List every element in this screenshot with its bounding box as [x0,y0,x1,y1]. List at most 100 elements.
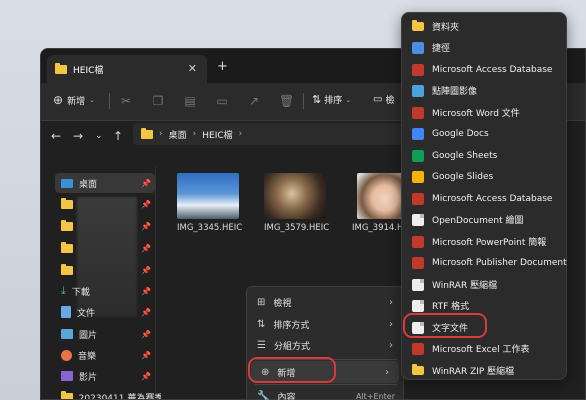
pin-icon[interactable]: 📌 [141,222,151,231]
delete-icon[interactable]: 🗑 [279,94,294,108]
file-name[interactable]: IMG_3345.HEIC [177,223,242,233]
sort-button[interactable]: ⇅ 排序 ⌄ [312,93,351,106]
share-icon[interactable]: ↗ [247,94,261,108]
cut-icon[interactable]: ✂ [119,94,133,108]
sort-icon: ⇅ [312,93,322,106]
tab-heic[interactable]: HEIC檔 ✕ [47,55,207,83]
grid-icon: ⊞ [257,296,266,308]
submenu-item-winrar-zip[interactable]: WinRAR ZIP 壓縮檔 [408,361,562,380]
chevron-down-icon: ⌄ [345,95,352,104]
submenu-item-bitmap[interactable]: 點陣圖影像 [408,81,562,100]
submenu-label: 點陣圖影像 [432,87,478,97]
pin-icon[interactable]: 📌 [141,351,151,360]
chevron-right-icon: › [389,318,393,330]
forward-icon[interactable]: → [73,129,83,143]
ctx-label: 檢視 [273,298,292,309]
submenu-item-word[interactable]: Microsoft Word 文件 [408,103,562,122]
ctx-view[interactable]: ⊞ 檢視 › [247,291,403,313]
ctx-properties[interactable]: 🔧 內容 Alt+Enter [247,385,403,400]
submenu-label: RTF 格式 [432,302,470,312]
pictures-icon [61,329,73,339]
sidebar-item-documents[interactable]: 文件 📌 [61,303,151,321]
chevron-down-icon: ⌄ [89,96,95,104]
submenu-item-publisher[interactable]: Microsoft Publisher Document [408,253,567,272]
word-icon [412,106,424,119]
new-button[interactable]: ⊕ 新增 ⌄ [53,93,95,107]
folder-icon [61,390,73,399]
gslides-icon [412,170,424,183]
submenu-item-excel[interactable]: Microsoft Excel 工作表 [408,339,562,358]
breadcrumb-desktop[interactable]: 桌面 [169,128,187,141]
ctx-sort-by[interactable]: ⇅ 排序方式 › [247,313,403,335]
pin-icon[interactable]: 📌 [141,308,151,317]
rename-icon[interactable]: ▭ [215,94,229,108]
submenu-item-access-2[interactable]: Microsoft Access Database [408,189,562,208]
pin-icon[interactable]: 📌 [141,266,151,275]
sort-icon: ⇅ [257,318,266,330]
submenu-label: Microsoft Excel 工作表 [432,345,530,355]
sidebar-item-label: 圖片 [79,330,98,341]
recent-chevron-icon[interactable]: ⌄ [95,131,103,141]
pin-icon[interactable]: 📌 [141,200,151,209]
image-thumbnail[interactable] [177,173,239,219]
view-button[interactable]: ▭ 檢 [373,93,394,106]
sidebar-item-label: 下載 [71,287,90,298]
sidebar-item-desktop[interactable]: 桌面 📌 [61,174,151,192]
sidebar-item-videos[interactable]: 影片 📌 [61,367,151,385]
view-button-label: 檢 [385,96,395,106]
breadcrumb-heic[interactable]: HEIC檔 [202,128,232,141]
gsheets-icon [412,149,424,162]
shortcut-text: Alt+Enter [355,391,395,400]
submenu-label: Microsoft Word 文件 [432,109,520,119]
ctx-group-by[interactable]: ☰ 分組方式 › [247,334,403,356]
sidebar-item-label: 影片 [79,372,98,383]
group-icon: ☰ [257,339,266,351]
submenu-item-winrar[interactable]: WinRAR 壓縮檔 [408,275,562,294]
excel-icon [412,342,424,355]
folder-icon [412,20,424,31]
submenu-label: WinRAR ZIP 壓縮檔 [432,367,515,377]
pin-icon[interactable]: 📌 [141,244,151,253]
sidebar-item-label: 20230411 華為賽季 [78,393,161,400]
folder-icon [61,241,73,253]
submenu-item-folder[interactable]: 資料夾 [408,17,562,36]
submenu-item-shortcut[interactable]: 捷徑 [408,38,562,57]
submenu-item-google-docs[interactable]: Google Docs [408,124,562,143]
navigation-pane: 桌面 📌 📌 📌 📌 📌 ⤓ 下載 📌 文件 📌 圖片 📌 音樂 📌 影片 📌 … [41,167,161,399]
highlight-ring-text-document [403,313,487,338]
access-icon [412,192,424,205]
pin-icon[interactable]: 📌 [141,372,151,381]
access-icon [412,63,424,76]
folder-icon [61,219,73,231]
paste-icon[interactable]: ▤ [183,94,197,108]
submenu-label: Microsoft PowerPoint 簡報 [432,238,547,248]
music-icon [61,349,72,361]
submenu-item-powerpoint[interactable]: Microsoft PowerPoint 簡報 [408,232,562,251]
sidebar-item-folder-20230411[interactable]: 20230411 華為賽季 [61,388,161,400]
new-button-label: 新增 [67,96,86,107]
sidebar-item-pictures[interactable]: 圖片 📌 [61,325,151,343]
submenu-label: Microsoft Access Database [432,64,553,75]
pin-icon[interactable]: 📌 [141,287,151,296]
pin-icon[interactable]: 📌 [141,179,151,188]
sidebar-item-downloads[interactable]: ⤓ 下載 📌 [61,282,151,300]
image-thumbnail[interactable] [264,173,326,219]
submenu-item-access[interactable]: Microsoft Access Database [408,60,562,79]
chevron-right-icon: › [389,296,393,308]
submenu-item-google-sheets[interactable]: Google Sheets [408,146,562,165]
submenu-item-odg[interactable]: OpenDocument 繪圖 [408,210,562,229]
breadcrumb-separator-icon: › [238,129,243,139]
copy-icon[interactable]: ❐ [151,94,165,108]
submenu-label: Microsoft Publisher Document [432,257,567,268]
sidebar-item-music[interactable]: 音樂 📌 [61,346,151,364]
tab-title: HEIC檔 [73,65,104,76]
back-icon[interactable]: ← [51,129,61,143]
file-name[interactable]: IMG_3579.HEIC [264,223,329,233]
pin-icon[interactable]: 📌 [141,330,151,339]
new-tab-icon[interactable]: + [217,59,228,74]
shortcut-icon [412,41,424,54]
close-icon[interactable]: ✕ [188,62,197,75]
up-icon[interactable]: ↑ [113,129,123,143]
chevron-right-icon: › [389,339,393,351]
submenu-item-google-slides[interactable]: Google Slides [408,167,562,186]
